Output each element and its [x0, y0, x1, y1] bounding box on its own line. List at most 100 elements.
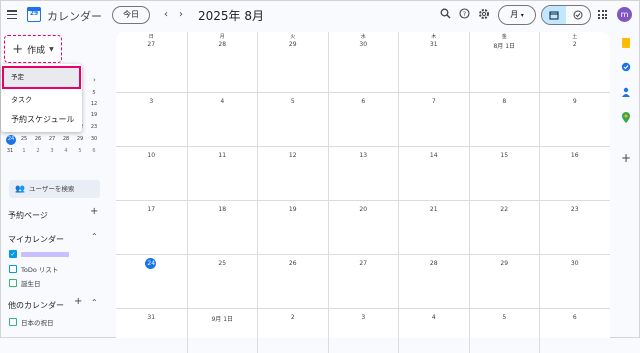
day-cell[interactable]: 9: [539, 93, 610, 147]
day-number[interactable]: 31: [399, 41, 469, 48]
day-cell[interactable]: 6: [539, 309, 610, 353]
mini-cal-next-icon[interactable]: ›: [93, 76, 96, 84]
collapse-chevron-icon[interactable]: ⌃: [91, 232, 98, 241]
google-apps-icon[interactable]: [598, 10, 607, 19]
create-button[interactable]: + 作成 ▼: [4, 35, 62, 63]
day-cell[interactable]: 17: [116, 201, 187, 255]
day-cell[interactable]: 月 28: [186, 32, 258, 93]
day-cell[interactable]: 24: [116, 255, 187, 309]
day-number[interactable]: 11: [188, 152, 258, 159]
day-cell[interactable]: 6: [327, 93, 399, 147]
mini-day[interactable]: 5: [73, 146, 87, 157]
day-cell[interactable]: 8: [468, 93, 540, 147]
day-cell[interactable]: 4: [398, 309, 469, 353]
settings-gear-icon[interactable]: [477, 8, 491, 22]
day-number-today[interactable]: 24: [116, 260, 187, 267]
mini-day[interactable]: 23: [87, 122, 101, 133]
day-number[interactable]: 29: [470, 260, 540, 267]
menu-item-appointment-schedule[interactable]: 予約スケジュール: [1, 110, 82, 130]
checkbox[interactable]: [9, 265, 17, 273]
day-cell[interactable]: 16: [539, 147, 610, 201]
day-number[interactable]: 27: [329, 260, 399, 267]
day-number[interactable]: 14: [399, 152, 469, 159]
today-button[interactable]: 今日: [112, 6, 150, 24]
day-number[interactable]: 27: [116, 41, 187, 48]
day-number[interactable]: 8月 1日: [470, 41, 540, 50]
day-number[interactable]: 30: [540, 260, 610, 267]
day-cell[interactable]: 10: [116, 147, 187, 201]
add-other-calendar-icon[interactable]: +: [74, 296, 82, 307]
checkbox[interactable]: [9, 279, 17, 287]
day-number[interactable]: 3: [116, 98, 187, 105]
day-number[interactable]: 6: [329, 98, 399, 105]
day-number[interactable]: 20: [329, 206, 399, 213]
day-cell[interactable]: 金 8月 1日: [468, 32, 540, 93]
day-cell[interactable]: 火 29: [257, 32, 328, 93]
chevron-right-icon[interactable]: ›: [179, 9, 183, 20]
day-cell[interactable]: 3: [116, 93, 187, 147]
day-cell[interactable]: 3: [327, 309, 399, 353]
my-calendar-item[interactable]: ✓: [9, 250, 69, 258]
day-cell[interactable]: 29: [468, 255, 540, 309]
day-cell[interactable]: 15: [468, 147, 540, 201]
day-number[interactable]: 17: [116, 206, 187, 213]
calendar-view-icon[interactable]: [542, 6, 566, 24]
day-cell[interactable]: 30: [539, 255, 610, 309]
menu-item-event[interactable]: 予定: [2, 66, 81, 89]
view-select-dropdown[interactable]: 月 ▾: [498, 5, 536, 25]
day-number[interactable]: 7: [399, 98, 469, 105]
help-icon[interactable]: ?: [457, 8, 471, 22]
day-number[interactable]: 19: [258, 206, 328, 213]
day-cell[interactable]: 20: [327, 201, 399, 255]
day-number[interactable]: 30: [329, 41, 399, 48]
day-cell[interactable]: 13: [327, 147, 399, 201]
day-number[interactable]: 31: [116, 314, 187, 321]
mini-day[interactable]: 27: [45, 134, 59, 145]
keep-icon[interactable]: [621, 38, 631, 48]
mini-day[interactable]: 2: [31, 146, 45, 157]
mini-day[interactable]: 30: [87, 134, 101, 145]
day-number[interactable]: 10: [116, 152, 187, 159]
day-number[interactable]: 5: [258, 98, 328, 105]
mini-day[interactable]: 28: [59, 134, 73, 145]
day-number[interactable]: 5: [470, 314, 540, 321]
day-number[interactable]: 29: [258, 41, 328, 48]
day-number[interactable]: 6: [540, 314, 610, 321]
day-number[interactable]: 25: [188, 260, 258, 267]
day-cell[interactable]: 11: [186, 147, 258, 201]
day-cell[interactable]: 21: [398, 201, 469, 255]
day-cell[interactable]: 日 27: [116, 32, 187, 93]
day-cell[interactable]: 27: [327, 255, 399, 309]
calendar-tasks-toggle[interactable]: [541, 5, 591, 25]
mini-day-today[interactable]: 24: [4, 134, 18, 145]
day-cell[interactable]: 9月 1日: [186, 309, 258, 353]
day-cell[interactable]: 5: [257, 93, 328, 147]
day-number[interactable]: 2: [258, 314, 328, 321]
add-addon-icon[interactable]: +: [621, 152, 631, 164]
day-cell[interactable]: 14: [398, 147, 469, 201]
menu-item-task[interactable]: タスク: [1, 90, 82, 110]
day-cell[interactable]: 31: [116, 309, 187, 353]
day-number[interactable]: 8: [470, 98, 540, 105]
other-calendar-item[interactable]: 日本の祝日: [9, 317, 54, 327]
mini-day[interactable]: 26: [31, 134, 45, 145]
day-cell[interactable]: 水 30: [327, 32, 399, 93]
day-number[interactable]: 28: [399, 260, 469, 267]
tasks-icon[interactable]: [621, 62, 631, 72]
add-booking-page-icon[interactable]: +: [90, 206, 98, 217]
day-cell[interactable]: 22: [468, 201, 540, 255]
mini-day[interactable]: 12: [87, 99, 101, 110]
contacts-icon[interactable]: [621, 87, 631, 97]
maps-icon[interactable]: [621, 112, 631, 123]
day-number[interactable]: 16: [540, 152, 610, 159]
collapse-chevron-icon[interactable]: ⌃: [91, 298, 98, 307]
account-avatar[interactable]: m: [617, 7, 632, 22]
day-number[interactable]: 9月 1日: [188, 314, 258, 323]
day-cell[interactable]: 28: [398, 255, 469, 309]
day-number[interactable]: 28: [188, 41, 258, 48]
tasks-view-icon[interactable]: [566, 6, 590, 24]
mini-day[interactable]: 3: [45, 146, 59, 157]
day-number[interactable]: 22: [470, 206, 540, 213]
day-number[interactable]: 23: [540, 206, 610, 213]
mini-day[interactable]: 5: [87, 88, 101, 99]
